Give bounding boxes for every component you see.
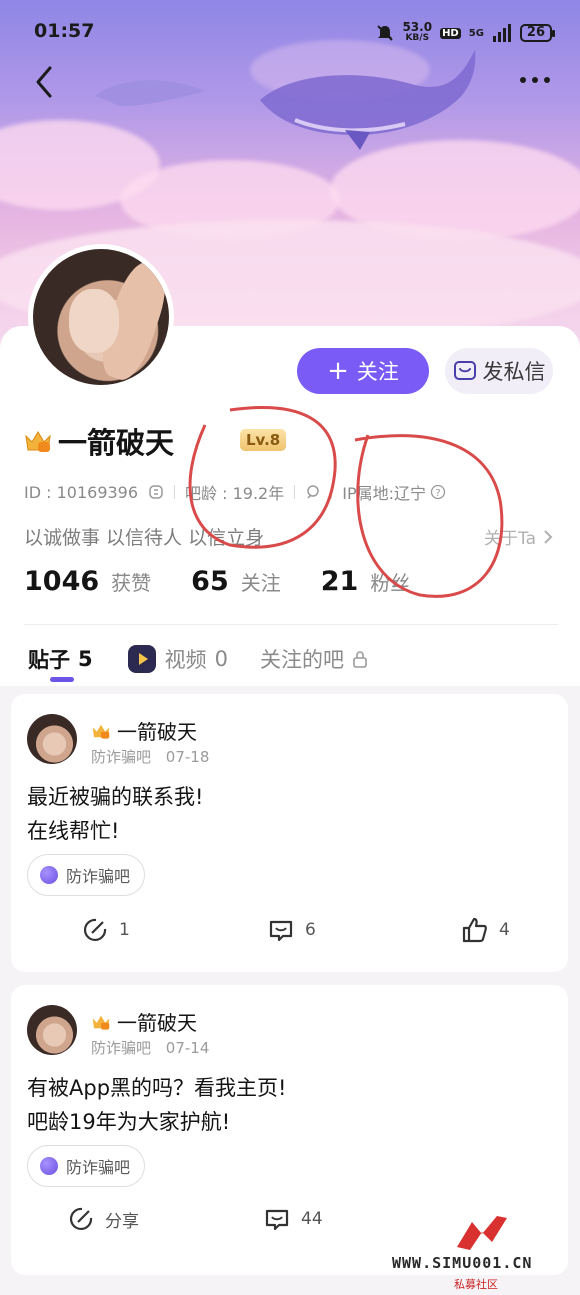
comment-button[interactable]: 6: [267, 916, 316, 944]
post-line: 最近被骗的联系我!: [27, 785, 204, 809]
crown-icon: [92, 724, 110, 739]
comment-count: 44: [301, 1209, 323, 1229]
avatar-face: [69, 289, 119, 353]
planet-icon: [40, 1157, 58, 1175]
post-author-row: 一箭破天: [91, 716, 197, 745]
post-line: 在线帮忙!: [27, 819, 120, 843]
watermark: WWW.SIMU001.CN 私募社区: [392, 1212, 572, 1292]
annotation-circle: [354, 434, 504, 598]
avatar[interactable]: [28, 244, 174, 390]
comment-icon: [265, 1209, 289, 1231]
post-meta: 防诈骗吧 07-14: [91, 1037, 219, 1058]
post-content: 最近被骗的联系我! 在线帮忙!: [27, 780, 203, 848]
post-line: 吧龄19年为大家护航!: [27, 1110, 231, 1134]
planet-icon: [40, 866, 58, 884]
post-date: 07-18: [165, 748, 210, 766]
comment-button[interactable]: 44: [263, 1205, 323, 1233]
post-actions: 1 6 4: [11, 916, 568, 956]
post-card[interactable]: 一箭破天 防诈骗吧 07-18 最近被骗的联系我! 在线帮忙! 防诈骗吧 1 6: [11, 694, 568, 972]
comment-icon: [269, 920, 293, 942]
share-icon: [70, 1207, 93, 1230]
share-count: 1: [119, 920, 130, 940]
forum-tag[interactable]: 防诈骗吧: [27, 854, 145, 896]
crown-icon: [92, 1015, 110, 1030]
post-meta: 防诈骗吧 07-18: [91, 746, 219, 767]
post-author: 一箭破天: [117, 1011, 197, 1035]
comment-count: 6: [305, 920, 316, 940]
watermark-url: WWW.SIMU001.CN: [392, 1254, 533, 1272]
post-line: 有被App黑的吗？看我主页!: [27, 1076, 287, 1100]
post-author: 一箭破天: [117, 720, 197, 744]
like-count: 4: [499, 920, 510, 940]
forum-tag[interactable]: 防诈骗吧: [27, 1145, 145, 1187]
post-avatar[interactable]: [27, 714, 77, 764]
post-forum: 防诈骗吧: [91, 1039, 152, 1057]
watermark-logo: [457, 1216, 507, 1250]
thumbs-up-icon: [462, 917, 487, 943]
post-avatar[interactable]: [27, 1005, 77, 1055]
forum-tag-label: 防诈骗吧: [66, 867, 131, 886]
post-forum: 防诈骗吧: [91, 748, 152, 766]
watermark-sub: 私募社区: [454, 1278, 498, 1291]
share-icon: [84, 918, 107, 941]
post-author-row: 一箭破天: [91, 1007, 197, 1036]
post-content: 有被App黑的吗？看我主页! 吧龄19年为大家护航!: [27, 1071, 286, 1139]
share-button[interactable]: 1: [81, 916, 130, 944]
like-button[interactable]: 4: [461, 916, 510, 944]
share-button[interactable]: 分享: [67, 1205, 139, 1233]
annotation-circle: [188, 406, 337, 549]
share-label: 分享: [105, 1211, 139, 1232]
post-date: 07-14: [165, 1039, 210, 1057]
forum-tag-label: 防诈骗吧: [66, 1158, 131, 1177]
